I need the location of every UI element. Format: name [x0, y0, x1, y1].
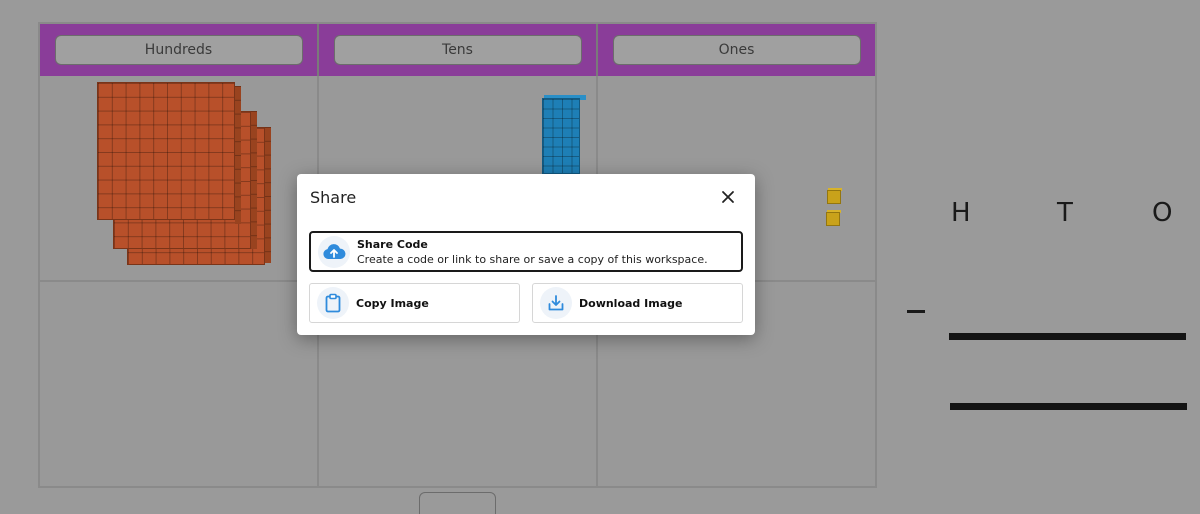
- column-label-hundreds[interactable]: Hundreds: [54, 35, 303, 65]
- dialog-title: Share: [310, 188, 357, 207]
- answer-line-bottom: [950, 403, 1187, 410]
- minus-sign: [907, 310, 925, 313]
- hto-label-o: O: [1152, 198, 1173, 228]
- share-code-button[interactable]: Share Code Create a code or link to shar…: [309, 231, 743, 272]
- cell-hundreds-bottom[interactable]: [40, 282, 319, 486]
- download-image-label: Download Image: [579, 296, 683, 310]
- column-header-tens: Tens: [319, 24, 598, 76]
- share-code-title: Share Code: [357, 237, 428, 251]
- download-icon: [533, 287, 579, 319]
- share-code-description: Create a code or link to share or save a…: [357, 252, 708, 266]
- column-header-row: Hundreds Tens Ones: [40, 24, 875, 76]
- column-label-ones[interactable]: Ones: [612, 35, 861, 65]
- answer-line-top: [949, 333, 1186, 340]
- column-header-ones: Ones: [598, 24, 875, 76]
- column-header-hundreds: Hundreds: [40, 24, 319, 76]
- copy-image-button[interactable]: Copy Image: [309, 283, 520, 323]
- share-code-text: Share Code Create a code or link to shar…: [357, 238, 708, 266]
- share-dialog: Share Share Code Create a code or link t…: [297, 174, 755, 335]
- hto-label-h: H: [951, 198, 971, 228]
- cloud-upload-icon: [311, 235, 357, 268]
- bottom-tab-button[interactable]: [419, 492, 496, 514]
- copy-image-label: Copy Image: [356, 296, 429, 310]
- column-label-tens[interactable]: Tens: [333, 35, 582, 65]
- clipboard-icon: [310, 287, 356, 319]
- download-image-button[interactable]: Download Image: [532, 283, 743, 323]
- close-icon[interactable]: [719, 188, 737, 206]
- hto-label-t: T: [1057, 198, 1073, 228]
